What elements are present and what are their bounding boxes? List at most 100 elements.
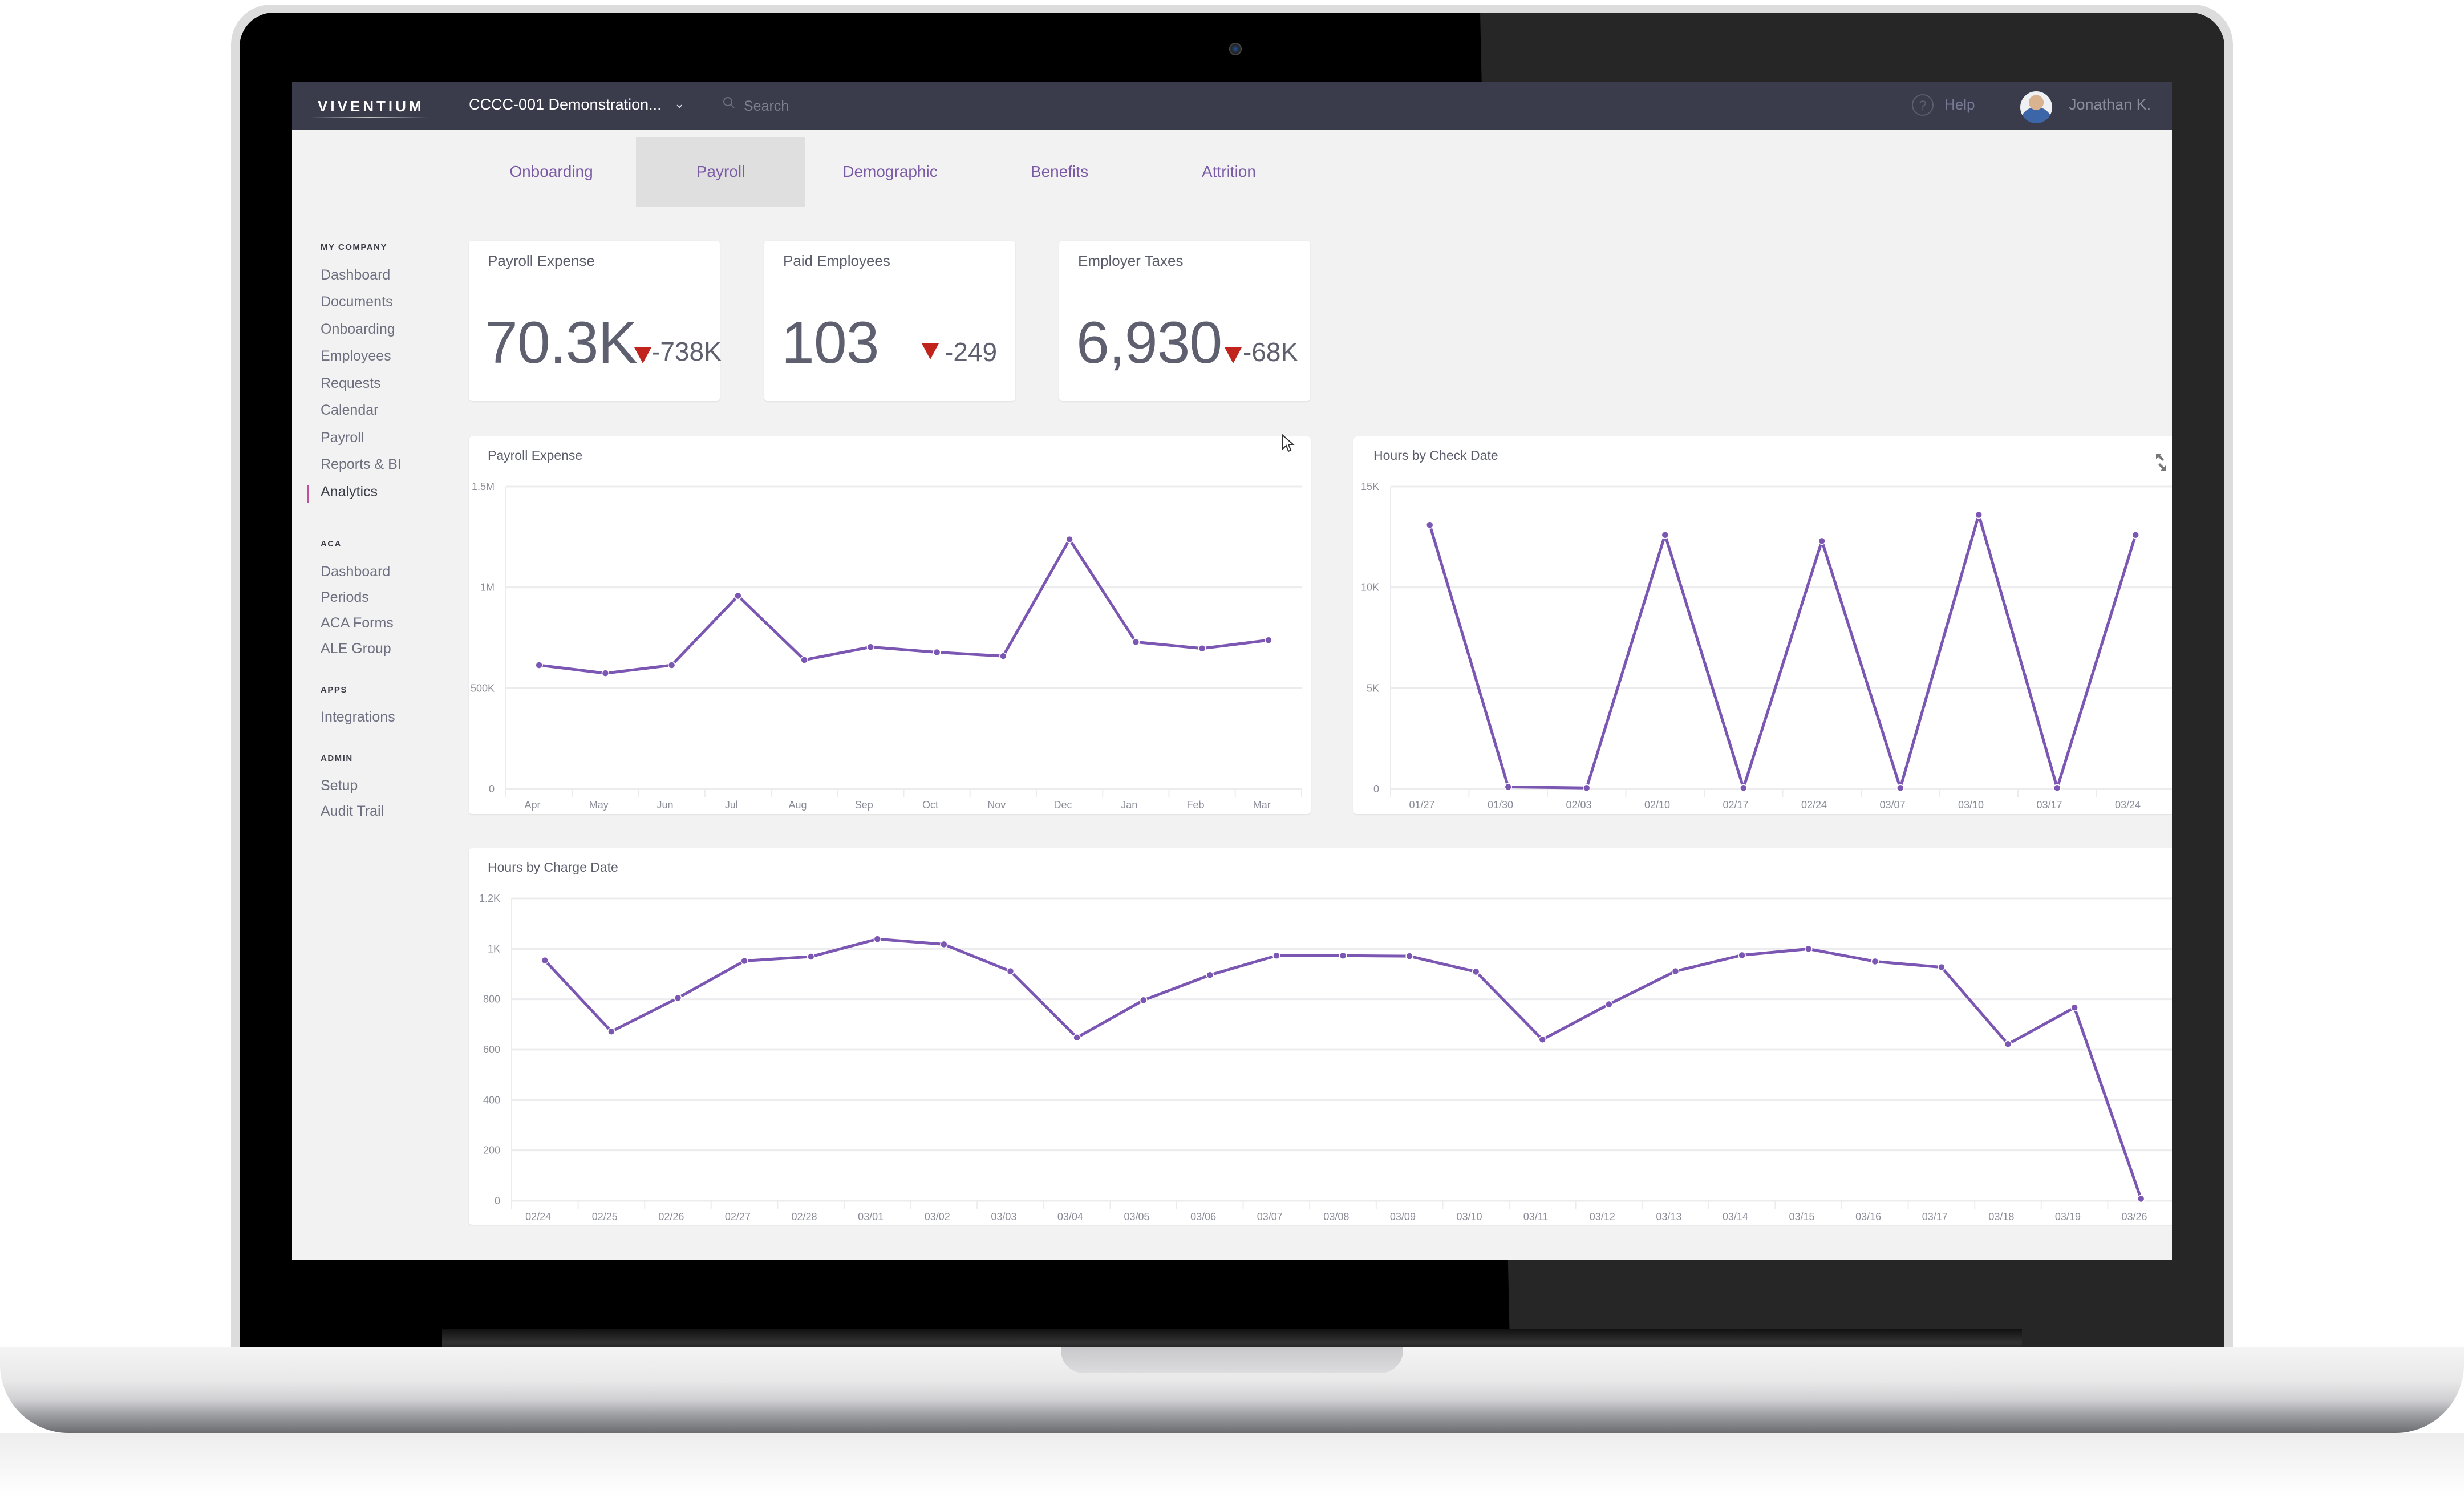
- x-tick-label: 03/19: [2055, 1211, 2081, 1222]
- x-tick-label: 02/24: [1801, 799, 1827, 811]
- data-point: [1504, 783, 1512, 791]
- logo-underline: [309, 117, 429, 118]
- x-tick-label: 02/24: [525, 1211, 551, 1222]
- x-tick-label: Mar: [1253, 799, 1271, 811]
- y-tick-label: 200: [483, 1145, 500, 1156]
- data-point: [1132, 638, 1140, 646]
- data-point: [1265, 636, 1272, 644]
- x-tick-label: 03/10: [1457, 1211, 1482, 1222]
- chart-card-hours-by-charge-date: Hours by Charge Date 0 200 400 600 800 1K 1.2K…: [469, 848, 2172, 1225]
- y-tick-label: 0: [495, 1195, 500, 1207]
- down-arrow-icon: [922, 343, 939, 359]
- chevron-down-icon[interactable]: ⌄: [674, 96, 684, 111]
- data-point: [1073, 1034, 1081, 1042]
- data-point: [1472, 967, 1480, 976]
- sidebar-item-periods[interactable]: Periods: [321, 589, 369, 606]
- x-tick-label: Aug: [788, 799, 807, 811]
- x-tick-label: 03/03: [991, 1211, 1016, 1222]
- data-point: [2137, 1195, 2145, 1203]
- x-tick-label: Feb: [1186, 799, 1204, 811]
- x-tick-label: 02/25: [592, 1211, 618, 1222]
- data-point: [1206, 971, 1214, 979]
- x-tick-label: 02/26: [658, 1211, 684, 1222]
- sidebar-item-dashboard[interactable]: Dashboard: [321, 267, 390, 284]
- kpi-card-paid-employees[interactable]: Paid Employees 103 -249: [764, 241, 1015, 401]
- kpi-card-employer-taxes[interactable]: Employer Taxes 6,930 -68K: [1059, 241, 1310, 401]
- tab-attrition[interactable]: Attrition: [1144, 137, 1314, 207]
- series-line: [538, 538, 1269, 675]
- search-icon: [723, 97, 735, 108]
- data-point: [1065, 535, 1073, 544]
- sidebar-item-payroll[interactable]: Payroll: [321, 430, 364, 446]
- sidebar-item-documents[interactable]: Documents: [321, 294, 392, 310]
- x-tick-label: May: [589, 799, 609, 811]
- x-tick-label: 03/12: [1590, 1211, 1615, 1222]
- sidebar-item-analytics[interactable]: Analytics: [321, 484, 378, 500]
- data-point: [541, 956, 549, 965]
- sidebar-item-onboarding[interactable]: Onboarding: [321, 321, 395, 338]
- search-input[interactable]: [743, 94, 916, 118]
- company-selector[interactable]: CCCC-001 Demonstration...: [469, 96, 662, 114]
- y-tick-label: 0: [489, 783, 495, 795]
- data-point: [1804, 945, 1813, 953]
- sidebar-heading-my-company: MY COMPANY: [321, 242, 387, 252]
- data-point: [740, 957, 748, 965]
- x-tick-label: 03/02: [925, 1211, 950, 1222]
- laptop-reflection: [0, 1433, 2464, 1498]
- data-point: [933, 648, 941, 657]
- sidebar-item-reports-bi[interactable]: Reports & BI: [321, 456, 402, 473]
- sidebar-item-ale-group[interactable]: ALE Group: [321, 641, 391, 657]
- x-tick-label: 02/03: [1566, 799, 1591, 811]
- x-tick-label: Jun: [656, 799, 673, 811]
- user-name[interactable]: Jonathan K.: [2069, 96, 2151, 114]
- tab-onboarding[interactable]: Onboarding: [467, 137, 636, 207]
- mouse-cursor-icon: [1282, 434, 1295, 452]
- x-tick-label: 03/07: [1879, 799, 1905, 811]
- x-tick-label: 03/24: [2115, 799, 2141, 811]
- y-tick-label: 1M: [480, 582, 495, 593]
- down-arrow-icon: [1225, 347, 1242, 363]
- sidebar-item-audit-trail[interactable]: Audit Trail: [321, 803, 384, 820]
- tab-demographic[interactable]: Demographic: [805, 137, 975, 207]
- sidebar-item-integrations[interactable]: Integrations: [321, 709, 395, 726]
- data-point: [800, 656, 808, 664]
- tab-payroll[interactable]: Payroll: [636, 137, 805, 207]
- y-tick-label: 1.5M: [472, 481, 495, 492]
- sidebar-item-setup[interactable]: Setup: [321, 778, 358, 794]
- data-point: [1938, 963, 1946, 971]
- tab-benefits[interactable]: Benefits: [975, 137, 1144, 207]
- sidebar-item-employees[interactable]: Employees: [321, 348, 391, 365]
- help-icon[interactable]: ?: [1912, 94, 1934, 116]
- x-tick-label: 03/11: [1523, 1211, 1549, 1222]
- viventium-logo[interactable]: VIVENTIUM: [318, 98, 424, 115]
- x-tick-label: 03/06: [1190, 1211, 1216, 1222]
- top-bar: VIVENTIUM CCCC-001 Demonstration... ⌄ ? …: [292, 82, 2172, 130]
- kpi-value: 6,930: [1076, 310, 1222, 376]
- x-tick-label: Sep: [855, 799, 873, 811]
- down-arrow-icon: [634, 347, 651, 363]
- data-point: [1871, 957, 1879, 966]
- y-tick-label: 800: [483, 994, 500, 1005]
- sidebar: MY COMPANY Dashboard Documents Onboardin…: [292, 130, 456, 1260]
- x-tick-label: Nov: [987, 799, 1006, 811]
- kpi-value: 103: [781, 310, 880, 376]
- x-tick-label: 03/01: [858, 1211, 884, 1222]
- x-tick-label: 03/17: [2036, 799, 2062, 811]
- x-tick-label: 03/26: [2122, 1211, 2147, 1222]
- sidebar-item-aca-forms[interactable]: ACA Forms: [321, 615, 394, 631]
- data-point: [1198, 644, 1206, 653]
- sidebar-item-calendar[interactable]: Calendar: [321, 402, 378, 419]
- kpi-title: Paid Employees: [783, 252, 890, 269]
- sidebar-item-aca-dashboard[interactable]: Dashboard: [321, 564, 390, 580]
- y-tick-label: 0: [1373, 783, 1379, 795]
- y-tick-label: 1K: [488, 943, 500, 954]
- data-point: [601, 669, 610, 677]
- data-point: [999, 652, 1007, 660]
- help-link[interactable]: Help: [1944, 96, 1975, 114]
- avatar[interactable]: [2020, 91, 2052, 123]
- sidebar-item-requests[interactable]: Requests: [321, 375, 381, 392]
- data-point: [2004, 1040, 2012, 1048]
- hours-by-check-date-chart: 0 5K 10K 15K 01/27 01/30 02/03 02/10 02/17 02/24 0…: [1361, 481, 2172, 811]
- kpi-card-payroll-expense[interactable]: Payroll Expense 70.3K -738K: [469, 241, 722, 401]
- expand-icon[interactable]: [2155, 452, 2167, 472]
